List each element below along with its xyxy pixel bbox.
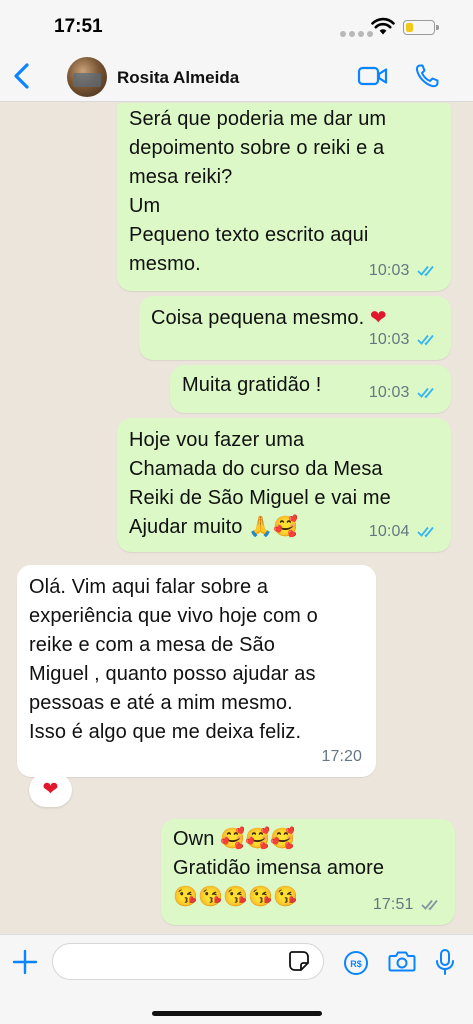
read-receipt-icon <box>417 266 434 277</box>
payment-icon[interactable]: R$ <box>343 950 369 976</box>
pray-love-emoji-icon: 🙏🥰 <box>248 516 299 538</box>
back-chevron-icon[interactable] <box>10 61 34 91</box>
svg-text:R$: R$ <box>350 959 362 969</box>
message-meta: 10:03 <box>369 378 439 407</box>
message-time: 10:03 <box>368 384 410 401</box>
chat-header: Rosita Almeida <box>0 52 473 102</box>
message-time: 17:20 <box>321 748 362 765</box>
reaction-heart-icon[interactable]: ❤ <box>29 773 72 807</box>
wifi-icon <box>371 17 395 35</box>
message-bubble-outgoing[interactable]: Será que poderia me dar um depoimento so… <box>117 103 451 291</box>
message-list[interactable]: Será que poderia me dar um depoimento so… <box>0 103 473 933</box>
message-text: Own <box>173 828 215 850</box>
status-bar: 17:51 <box>0 0 473 52</box>
message-meta: 10:03 <box>369 325 439 354</box>
message-time: 17:51 <box>372 896 414 913</box>
message-bubble-outgoing[interactable]: Muita gratidão ! 10:03 <box>170 365 451 413</box>
microphone-icon[interactable] <box>434 948 456 976</box>
camera-icon[interactable] <box>388 949 416 973</box>
message-meta: 17:51 <box>373 890 443 919</box>
message-line: Own 🥰🥰🥰 <box>173 825 443 854</box>
message-input[interactable] <box>52 943 324 980</box>
phone-call-icon[interactable] <box>414 63 440 89</box>
message-meta: 10:04 <box>369 517 439 546</box>
message-time: 10:03 <box>368 331 410 348</box>
read-receipt-icon <box>417 527 434 538</box>
home-indicator[interactable] <box>152 1011 322 1016</box>
delivered-receipt-icon <box>421 900 438 911</box>
read-receipt-icon <box>417 388 434 399</box>
sticker-icon[interactable] <box>288 950 310 972</box>
love-face-emoji-icon: 🥰🥰🥰 <box>220 828 296 850</box>
read-receipt-icon <box>417 335 434 346</box>
battery-icon <box>403 20 439 35</box>
video-call-icon[interactable] <box>357 64 389 88</box>
message-bubble-outgoing[interactable]: Own 🥰🥰🥰 Gratidão imensa amore 😘😘😘😘😘 17:5… <box>161 819 455 925</box>
status-time: 17:51 <box>54 16 103 37</box>
message-text: Muita gratidão ! <box>182 374 322 396</box>
compose-bar: R$ <box>0 934 473 1024</box>
message-time: 10:04 <box>368 523 410 540</box>
message-time: 10:03 <box>368 262 410 279</box>
message-bubble-outgoing[interactable]: Coisa pequena mesmo. ❤ 10:03 <box>139 296 451 360</box>
message-meta: 17:20 <box>321 742 362 771</box>
message-text: Gratidão imensa amore <box>173 857 385 879</box>
message-text: Será que poderia me dar um depoimento so… <box>129 108 387 275</box>
avatar[interactable] <box>67 57 107 97</box>
message-text: Hoje vou fazer uma Chamada do curso da M… <box>129 429 391 538</box>
message-text: Olá. Vim aqui falar sobre a experiência … <box>29 576 318 743</box>
message-text: Coisa pequena mesmo. <box>151 307 365 329</box>
contact-name[interactable]: Rosita Almeida <box>117 68 239 88</box>
message-meta: 10:03 <box>369 256 439 285</box>
message-bubble-outgoing[interactable]: Hoje vou fazer uma Chamada do curso da M… <box>117 418 451 552</box>
plus-icon[interactable] <box>12 949 38 975</box>
message-bubble-incoming[interactable]: Olá. Vim aqui falar sobre a experiência … <box>17 565 376 777</box>
